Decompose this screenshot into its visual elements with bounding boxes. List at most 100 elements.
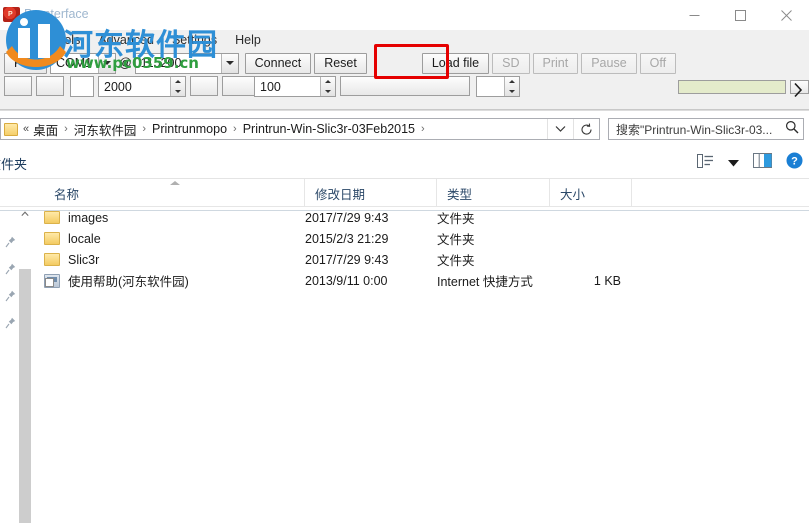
menu-item-file[interactable]: File [4,32,42,48]
address-right-controls [547,119,599,139]
gcode-progress-bar [678,80,786,94]
file-list-column-headers: 名称 修改日期 类型 大小 [0,179,809,207]
row2-button-5[interactable] [340,76,470,96]
row2-button-2[interactable] [36,76,64,96]
pin-icon[interactable] [5,262,16,275]
column-header-type-label: 类型 [447,187,473,202]
baudrate-select-value: 115200 [140,56,182,70]
breadcrumb-separator-trailing[interactable]: › [421,123,425,135]
internet-shortcut-icon [44,273,60,288]
refresh-icon[interactable] [573,119,599,139]
feedrate-xy-spinner[interactable]: 2000 [98,76,186,97]
table-row[interactable]: Slic3r 2017/7/29 9:43 文件夹 [0,249,809,270]
column-header-size[interactable]: 大小 [550,179,632,207]
spinner-arrows-icon[interactable] [504,77,519,96]
breadcrumb-item-printrun-win[interactable]: Printrun-Win-Slic3r-03Feb2015 [242,122,416,136]
baudrate-select[interactable]: 115200 [134,52,239,74]
file-date-cell: 2017/7/29 9:43 [305,210,389,225]
file-type-cell: 文件夹 [437,233,475,247]
vertical-scrollbar-thumb[interactable] [19,269,31,523]
help-icon[interactable]: ? [786,152,803,174]
breadcrumb-back-chevrons[interactable]: « [23,123,29,135]
feedrate-z-spinner[interactable]: 100 [254,76,336,97]
file-date-cell: 2017/7/29 9:43 [305,252,389,267]
search-input[interactable]: 搜索"Printrun-Win-Slic3r-03... [608,118,804,140]
pronterface-app-icon: P [3,7,20,22]
explorer-toolbar-label: 文件夹 [0,157,28,172]
column-header-name[interactable]: 名称 [44,179,305,207]
file-date-cell: 2013/9/11 0:00 [305,273,388,288]
chevron-down-icon[interactable] [728,154,739,172]
file-type-cell: 文件夹 [437,254,475,268]
chevron-down-icon[interactable] [547,119,573,139]
file-name-cell[interactable]: images [44,211,108,225]
file-name-label: locale [68,231,101,246]
column-header-divider [0,210,809,211]
file-size-cell: 1 KB [593,273,621,288]
column-header-size-label: 大小 [560,187,586,202]
pause-button: Pause [581,52,637,74]
port-select[interactable]: COM1 [49,52,116,74]
spinner-arrows-icon[interactable] [320,77,335,96]
search-placeholder: 搜索"Printrun-Win-Slic3r-03... [616,122,773,137]
menu-item-tools[interactable]: Tools [42,32,89,48]
breadcrumb-separator[interactable]: › [233,123,237,135]
navigation-pane-strip [0,207,31,523]
file-name-cell[interactable]: 使用帮助(河东软件园) [44,271,189,290]
breadcrumb-separator[interactable]: › [142,123,146,135]
explorer-toolbar-right: ? [697,152,803,174]
chevron-down-icon[interactable] [97,53,115,73]
menu-item-help[interactable]: Help [226,32,270,48]
print-button: Print [532,52,579,74]
column-header-date-label: 修改日期 [315,187,366,202]
file-name-cell[interactable]: Slic3r [44,253,99,267]
explorer-toolbar: 文件夹 [0,147,809,179]
overflow-chevron-right-icon[interactable] [793,82,803,102]
column-header-date[interactable]: 修改日期 [305,179,437,207]
window-controls [671,0,809,30]
chevron-down-icon[interactable] [220,53,238,73]
view-layout-icon[interactable] [697,153,714,173]
file-explorer-window: « 桌面 › 河东软件园 › Printrunmopo › Printrun-W… [0,110,809,523]
baud-at-label: @ [118,56,132,70]
column-header-type[interactable]: 类型 [437,179,550,207]
row2-button-3[interactable] [190,76,218,96]
menu-item-settings[interactable]: Settings [163,32,226,48]
menu-item-advanced[interactable]: Advanced [89,32,163,48]
file-name-cell[interactable]: locale [44,232,101,246]
reset-button[interactable]: Reset [314,52,367,74]
sort-ascending-icon [170,181,180,185]
breadcrumb[interactable]: « 桌面 › 河东软件园 › Printrunmopo › Printrun-W… [0,118,600,140]
screenshot-root: P Pronterface File Tools Advanced Settin… [0,0,809,523]
port-select-value: COM1 [55,56,93,70]
feedrate-xy-value: 2000 [104,79,132,94]
breadcrumb-item-printrunmopo[interactable]: Printrunmopo [151,122,228,136]
file-name-label: 使用帮助(河东软件园) [68,275,189,289]
search-icon[interactable] [785,120,799,139]
pronterface-titlebar[interactable]: P Pronterface [0,0,809,30]
connect-button[interactable]: Connect [244,52,312,74]
pin-icon[interactable] [5,316,16,329]
minimize-icon[interactable] [671,0,717,30]
row2-spinner-0[interactable] [70,76,94,97]
spinner-arrows-icon[interactable] [170,77,185,96]
table-row[interactable]: 使用帮助(河东软件园) 2013/9/11 0:00 Internet 快捷方式… [0,270,809,291]
feedrate-z-value: 100 [260,79,281,94]
table-row[interactable]: locale 2015/2/3 21:29 文件夹 [0,228,809,249]
breadcrumb-item-hedong[interactable]: 河东软件园 [73,120,138,139]
preview-pane-icon[interactable] [753,153,772,173]
pin-icon[interactable] [5,235,16,248]
file-date-cell: 2015/2/3 21:29 [305,231,389,246]
close-icon[interactable] [763,0,809,30]
row2-button-1[interactable] [4,76,32,96]
maximize-icon[interactable] [717,0,763,30]
pin-icon[interactable] [5,289,16,302]
row2-spinner-3[interactable] [476,76,520,97]
breadcrumb-separator[interactable]: › [64,123,68,135]
file-list: images 2017/7/29 9:43 文件夹 locale 2015/2/… [0,207,809,291]
sd-button: SD [492,52,530,74]
file-name-label: Slic3r [68,252,100,267]
breadcrumb-item-desktop[interactable]: 桌面 [32,120,59,139]
file-type-cell: Internet 快捷方式 [437,275,533,289]
port-button[interactable]: Port [4,52,47,74]
